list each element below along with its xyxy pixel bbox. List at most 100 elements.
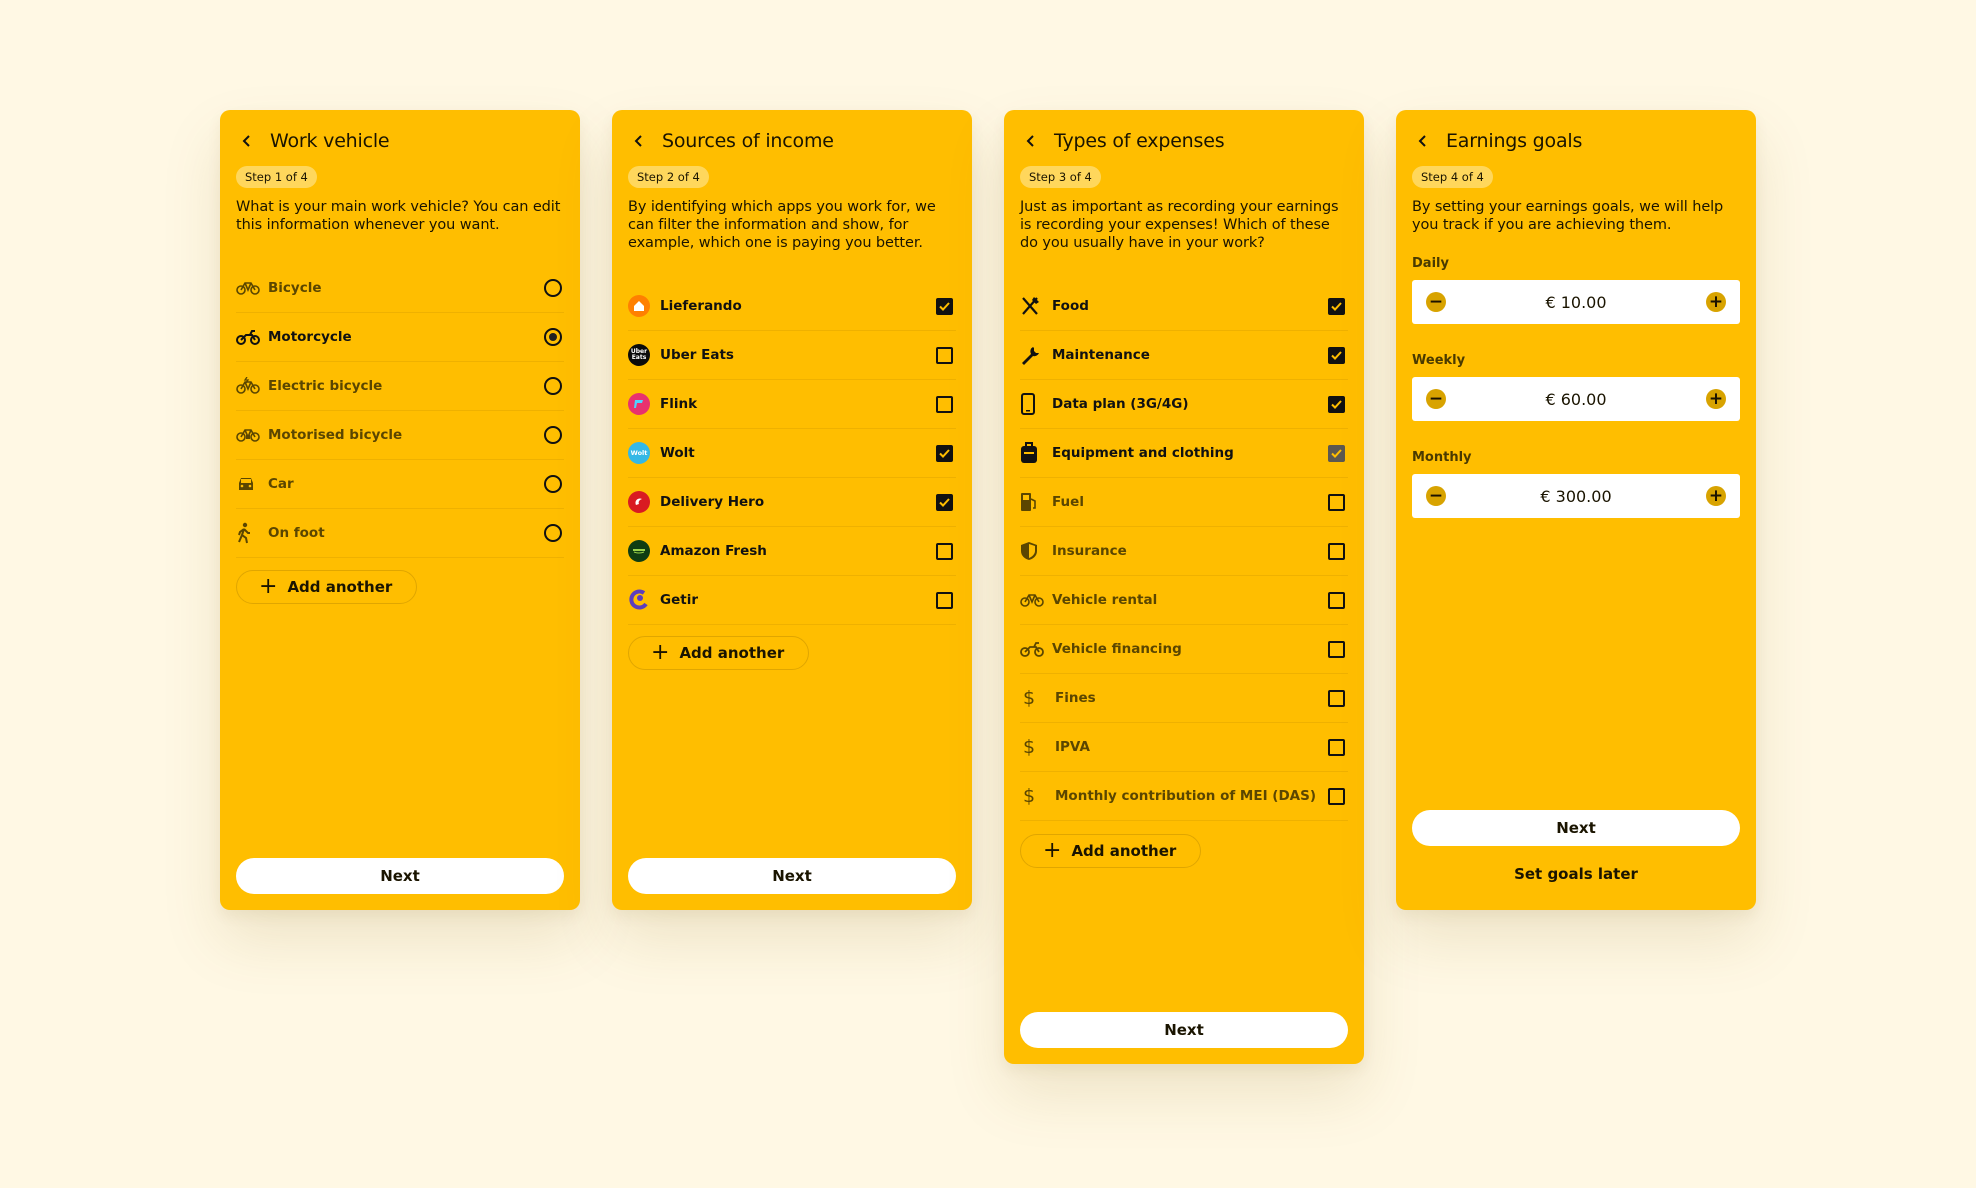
dollar-icon: $: [1023, 785, 1036, 807]
lieferando-logo: [628, 295, 650, 317]
expense-checkbox[interactable]: [1328, 591, 1345, 609]
plus-button[interactable]: +: [1705, 292, 1726, 312]
app-checkbox[interactable]: [936, 346, 953, 364]
wolt-logo: Wolt: [628, 442, 650, 464]
next-button[interactable]: Next: [1020, 1012, 1348, 1048]
smartphone-icon: [1020, 392, 1046, 416]
vehicle-radio[interactable]: [544, 475, 562, 493]
goal-value[interactable]: € 10.00: [1545, 293, 1606, 312]
minus-button[interactable]: −: [1426, 486, 1446, 506]
step-badge: Step 4 of 4: [1412, 166, 1493, 188]
next-button[interactable]: Next: [1412, 810, 1740, 846]
expense-checkbox[interactable]: [1328, 787, 1345, 805]
vehicle-option-car[interactable]: Car: [236, 460, 564, 509]
expense-option-fuel[interactable]: Fuel: [1020, 478, 1348, 527]
sources-of-income-screen: Sources of income Step 2 of 4 By identif…: [612, 110, 972, 910]
expense-checkbox[interactable]: [1328, 640, 1345, 658]
expense-checkbox-checked[interactable]: [1328, 395, 1345, 413]
app-checkbox-checked[interactable]: [936, 297, 953, 315]
vehicle-option-electric-bicycle[interactable]: Electric bicycle: [236, 362, 564, 411]
vehicle-radio[interactable]: [544, 377, 562, 395]
app-label: Wolt: [660, 445, 695, 461]
expense-checkbox[interactable]: [1328, 738, 1345, 756]
app-option-amazon-fresh[interactable]: Amazon Fresh: [628, 527, 956, 576]
set-goals-later-link[interactable]: Set goals later: [1412, 865, 1740, 883]
header: Work vehicle: [236, 126, 564, 156]
expense-option-data-plan[interactable]: Data plan (3G/4G): [1020, 380, 1348, 429]
description: Just as important as recording your earn…: [1020, 199, 1339, 251]
back-button[interactable]: [1020, 130, 1042, 152]
minus-button[interactable]: −: [1426, 292, 1446, 312]
back-button[interactable]: [628, 130, 650, 152]
motorised-bicycle-icon: [236, 423, 262, 447]
app-label: Delivery Hero: [660, 494, 765, 510]
income-app-list: Lieferando Uber Eats Uber Eats Flink Wol…: [628, 282, 956, 625]
bicycle-icon: [236, 276, 262, 300]
plus-icon: +: [1043, 838, 1062, 863]
vehicle-label: Bicycle: [268, 280, 322, 296]
expense-option-equipment[interactable]: Equipment and clothing: [1020, 429, 1348, 478]
vehicle-radio[interactable]: [544, 279, 562, 297]
vehicle-radio[interactable]: [544, 426, 562, 444]
expense-option-vehicle-financing[interactable]: Vehicle financing: [1020, 625, 1348, 674]
app-checkbox[interactable]: [936, 542, 953, 560]
add-another-button[interactable]: + Add another: [236, 570, 418, 604]
expense-option-mei-das[interactable]: $ Monthly contribution of MEI (DAS): [1020, 772, 1348, 821]
goal-label-weekly: Weekly: [1412, 353, 1466, 368]
add-another-button[interactable]: + Add another: [1020, 834, 1202, 868]
expense-option-fines[interactable]: $ Fines: [1020, 674, 1348, 723]
app-option-getir[interactable]: Getir: [628, 576, 956, 625]
vehicle-option-motorcycle[interactable]: Motorcycle: [236, 313, 564, 362]
app-option-wolt[interactable]: Wolt Wolt: [628, 429, 956, 478]
app-option-delivery-hero[interactable]: Delivery Hero: [628, 478, 956, 527]
goal-stepper-monthly: − € 300.00 +: [1412, 474, 1740, 518]
next-button[interactable]: Next: [236, 858, 564, 894]
expense-option-vehicle-rental[interactable]: Vehicle rental: [1020, 576, 1348, 625]
expense-option-food[interactable]: Food: [1020, 282, 1348, 331]
goal-value[interactable]: € 60.00: [1545, 390, 1606, 409]
app-checkbox[interactable]: [936, 395, 953, 413]
add-another-button[interactable]: + Add another: [628, 636, 810, 670]
app-option-lieferando[interactable]: Lieferando: [628, 282, 956, 331]
app-label: Uber Eats: [660, 347, 734, 363]
expense-checkbox-checked[interactable]: [1328, 346, 1345, 364]
expense-checkbox-checked[interactable]: [1328, 297, 1345, 315]
page-title: Types of expenses: [1054, 130, 1225, 152]
car-icon: [236, 472, 262, 496]
back-button[interactable]: [1412, 130, 1434, 152]
app-label: Flink: [660, 396, 698, 412]
vehicle-option-on-foot[interactable]: On foot: [236, 509, 564, 558]
expense-checkbox[interactable]: [1328, 689, 1345, 707]
expense-checkbox-checked[interactable]: [1328, 444, 1345, 462]
expense-label: Vehicle rental: [1052, 592, 1158, 608]
expense-option-insurance[interactable]: Insurance: [1020, 527, 1348, 576]
expense-checkbox[interactable]: [1328, 493, 1345, 511]
app-label: Amazon Fresh: [660, 543, 767, 559]
app-option-flink[interactable]: Flink: [628, 380, 956, 429]
plus-button[interactable]: +: [1705, 389, 1726, 409]
app-checkbox[interactable]: [936, 591, 953, 609]
expense-label: Insurance: [1052, 543, 1127, 559]
plus-button[interactable]: +: [1706, 486, 1726, 506]
vehicle-radio[interactable]: [544, 524, 562, 542]
vehicle-radio-selected[interactable]: [544, 328, 562, 346]
app-checkbox-checked[interactable]: [936, 493, 953, 511]
back-button[interactable]: [236, 130, 258, 152]
add-another-label: Add another: [1071, 842, 1177, 860]
vehicle-option-motorised-bicycle[interactable]: Motorised bicycle: [236, 411, 564, 460]
app-option-uber-eats[interactable]: Uber Eats Uber Eats: [628, 331, 956, 380]
expense-checkbox[interactable]: [1328, 542, 1345, 560]
app-label: Getir: [660, 592, 698, 608]
minus-button[interactable]: −: [1426, 389, 1446, 409]
backpack-icon: [1020, 441, 1046, 465]
expense-option-maintenance[interactable]: Maintenance: [1020, 331, 1348, 380]
plus-icon: +: [651, 640, 670, 665]
vehicle-option-bicycle[interactable]: Bicycle: [236, 264, 564, 313]
app-checkbox-checked[interactable]: [936, 444, 953, 462]
next-button[interactable]: Next: [628, 858, 956, 894]
expense-label: IPVA: [1055, 739, 1090, 755]
goal-value[interactable]: € 300.00: [1540, 487, 1611, 506]
expense-label: Vehicle financing: [1052, 641, 1182, 657]
expense-option-ipva[interactable]: $ IPVA: [1020, 723, 1348, 772]
expense-label: Maintenance: [1052, 347, 1150, 363]
